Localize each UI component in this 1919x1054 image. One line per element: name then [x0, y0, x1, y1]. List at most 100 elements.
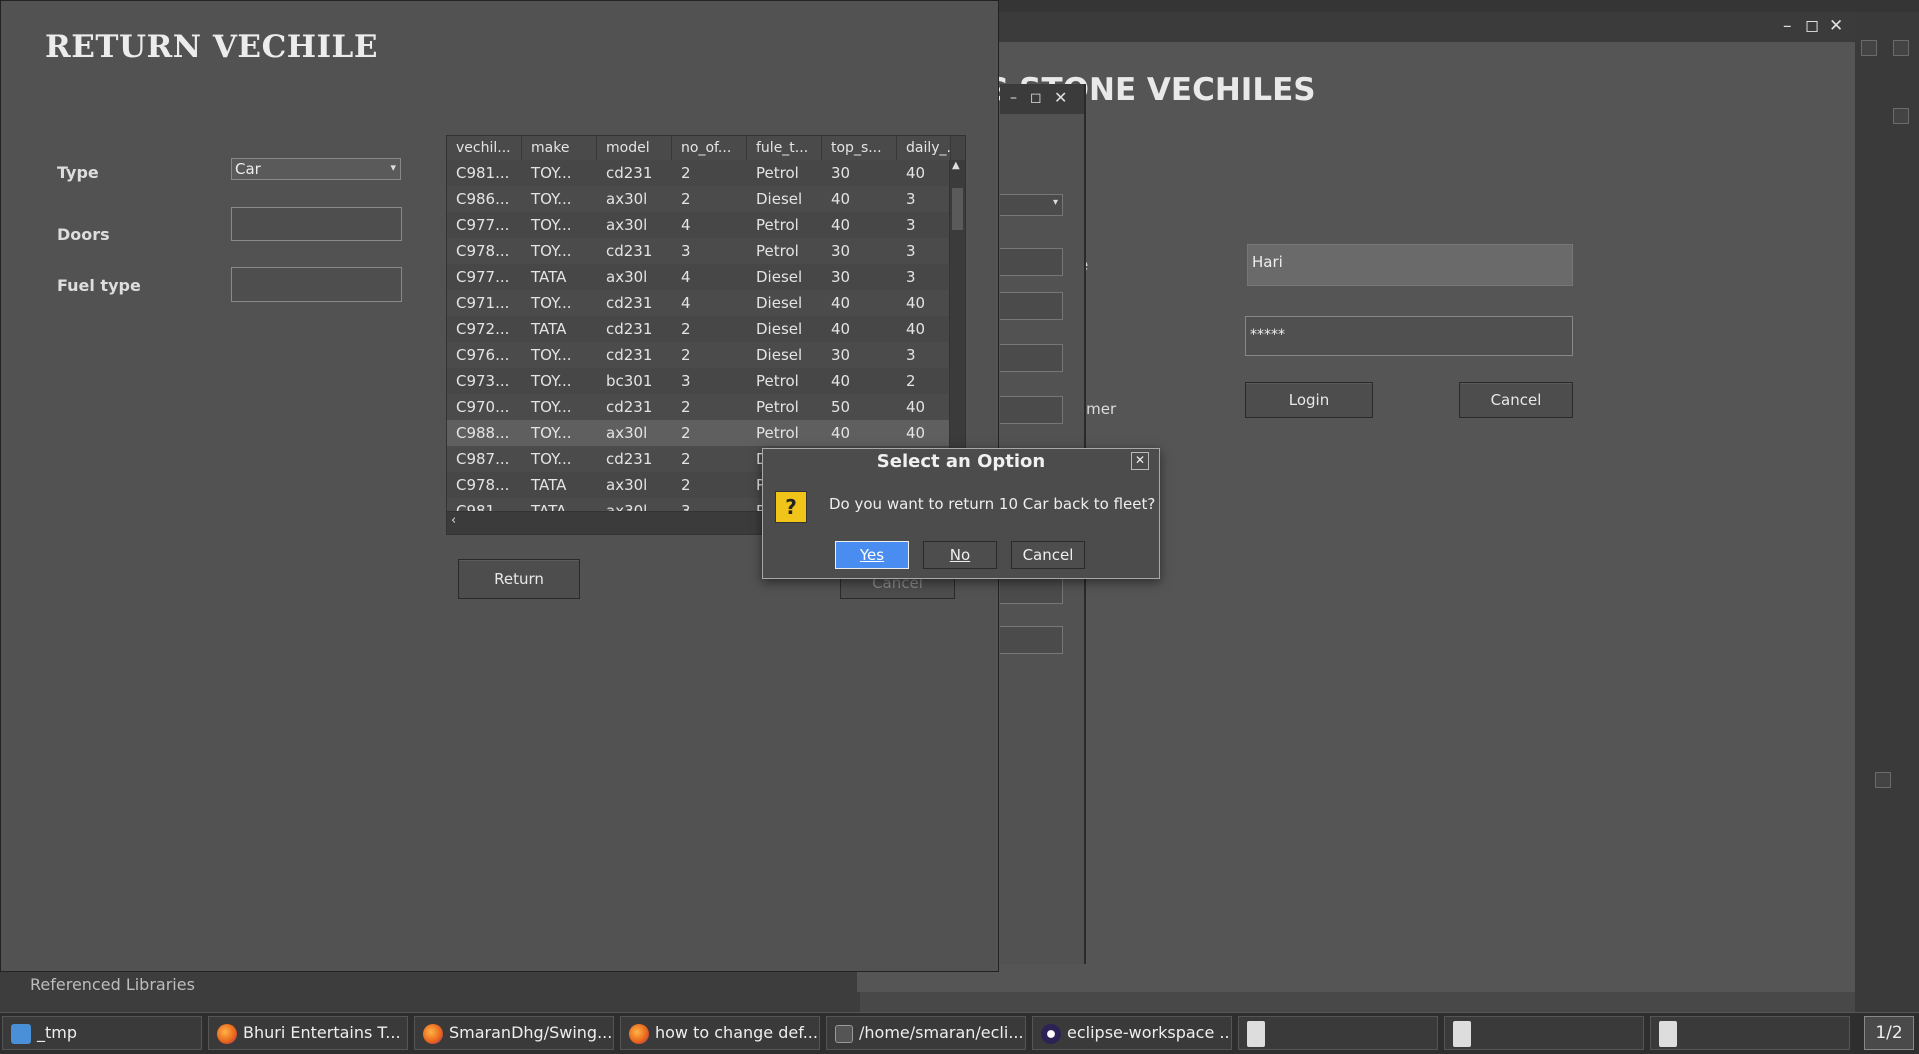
- type-label: Type: [57, 163, 99, 182]
- referenced-libraries-item[interactable]: Referenced Libraries: [30, 975, 195, 994]
- table-cell: Petrol: [756, 424, 799, 442]
- table-cell: 2: [681, 476, 691, 494]
- minimize-icon[interactable]: –: [1783, 16, 1792, 36]
- login-button[interactable]: Login: [1245, 382, 1373, 418]
- table-row[interactable]: C978... TOY... cd231 3 Petrol 30 3: [447, 238, 951, 265]
- dialog-title: Select an Option: [876, 451, 1046, 472]
- table-row[interactable]: C973... TOY... bc301 3 Petrol 40 2: [447, 368, 951, 395]
- table-cell: 3: [906, 216, 916, 234]
- eclipse-right-toolbar: [1855, 12, 1919, 1012]
- table-cell: TOY...: [531, 216, 572, 234]
- scroll-up-icon[interactable]: ▲: [952, 160, 960, 171]
- table-cell: 3: [906, 190, 916, 208]
- table-cell: 50: [831, 398, 851, 416]
- table-row[interactable]: C988... TOY... ax30l 2 Petrol 40 40: [447, 420, 951, 447]
- column-header[interactable]: make: [522, 136, 597, 160]
- table-row[interactable]: C981... TOY... cd231 2 Petrol 30 40: [447, 160, 951, 187]
- taskbar-item[interactable]: how to change def...: [620, 1016, 820, 1050]
- table-row[interactable]: C986... TOY... ax30l 2 Diesel 40 3: [447, 186, 951, 213]
- taskbar-item[interactable]: [1650, 1016, 1850, 1050]
- table-row[interactable]: C976... TOY... cd231 2 Diesel 30 3: [447, 342, 951, 369]
- table-cell: C987...: [456, 450, 510, 468]
- minimize-icon[interactable]: –: [1010, 90, 1017, 106]
- column-header[interactable]: no_of...: [672, 136, 747, 160]
- table-cell: C978...: [456, 242, 510, 260]
- doors-field[interactable]: [231, 207, 402, 241]
- taskbar-item[interactable]: [1238, 1016, 1438, 1050]
- username-field[interactable]: Hari: [1247, 244, 1573, 286]
- mid-text-field[interactable]: [1000, 576, 1063, 604]
- column-header[interactable]: model: [597, 136, 672, 160]
- eclipse-icon: [1041, 1023, 1061, 1044]
- eclipse-toolbar-icon[interactable]: [1875, 772, 1891, 788]
- taskbar-item[interactable]: [1444, 1016, 1644, 1050]
- no-button[interactable]: No: [923, 541, 997, 569]
- confirm-dialog: Select an Option ✕ ? Do you want to retu…: [762, 448, 1160, 579]
- close-icon[interactable]: ✕: [1829, 16, 1843, 36]
- table-header: vechil... make model no_of... fule_t... top_s…: [447, 136, 951, 161]
- table-cell: C977...: [456, 216, 510, 234]
- mid-text-field[interactable]: [1000, 344, 1063, 372]
- column-header[interactable]: vechil...: [447, 136, 522, 160]
- taskbar-item[interactable]: SmaranDhg/Swing...: [414, 1016, 614, 1050]
- taskbar-item[interactable]: Bhuri Entertains T...: [208, 1016, 408, 1050]
- table-row[interactable]: C977... TOY... ax30l 4 Petrol 40 3: [447, 212, 951, 239]
- table-row[interactable]: C970... TOY... cd231 2 Petrol 50 40: [447, 394, 951, 421]
- mid-text-field[interactable]: [1000, 396, 1063, 424]
- mid-select[interactable]: ▾: [1000, 194, 1063, 216]
- table-cell: C970...: [456, 398, 510, 416]
- firefox-icon: [629, 1023, 649, 1044]
- table-cell: ax30l: [606, 268, 648, 286]
- mid-text-field[interactable]: [1000, 292, 1063, 320]
- maximize-icon[interactable]: ◻: [1805, 16, 1819, 36]
- column-header[interactable]: fule_t...: [747, 136, 822, 160]
- table-row[interactable]: C972... TATA cd231 2 Diesel 40 40: [447, 316, 951, 343]
- table-cell: 40: [906, 424, 926, 442]
- fuel-type-field[interactable]: [231, 267, 402, 302]
- close-icon[interactable]: ✕: [1131, 452, 1149, 470]
- taskbar-item[interactable]: /home/smaran/ecli...: [826, 1016, 1026, 1050]
- table-cell: ax30l: [606, 216, 648, 234]
- scroll-left-icon[interactable]: ‹: [451, 513, 456, 528]
- taskbar: _tmp Bhuri Entertains T... SmaranDhg/Swing…: [0, 1012, 1919, 1054]
- table-cell: 40: [831, 294, 851, 312]
- return-button[interactable]: Return: [458, 559, 580, 599]
- dialog-cancel-button[interactable]: Cancel: [1011, 541, 1085, 569]
- column-header[interactable]: top_s...: [822, 136, 897, 160]
- taskbar-item[interactable]: eclipse-workspace ...: [1032, 1016, 1232, 1050]
- table-cell: C971...: [456, 294, 510, 312]
- column-header[interactable]: daily_...: [897, 136, 951, 160]
- table-row[interactable]: C977... TATA ax30l 4 Diesel 30 3: [447, 264, 951, 291]
- table-cell: TOY...: [531, 294, 572, 312]
- eclipse-toolbar-icon[interactable]: [1893, 40, 1909, 56]
- table-cell: Petrol: [756, 242, 799, 260]
- table-cell: 2: [906, 372, 916, 390]
- table-cell: TOY...: [531, 164, 572, 182]
- eclipse-toolbar-icon[interactable]: [1861, 40, 1877, 56]
- table-cell: cd231: [606, 398, 653, 416]
- mid-text-field[interactable]: [1000, 248, 1063, 276]
- table-cell: 3: [906, 242, 916, 260]
- close-icon[interactable]: ✕: [1054, 88, 1067, 107]
- scrollbar-thumb[interactable]: [952, 188, 963, 230]
- table-cell: 40: [906, 164, 926, 182]
- maximize-icon[interactable]: ◻: [1030, 90, 1042, 106]
- table-cell: TOY...: [531, 424, 572, 442]
- password-field[interactable]: *****: [1245, 316, 1573, 356]
- type-select[interactable]: Car ▾: [231, 158, 401, 180]
- taskbar-item[interactable]: _tmp: [2, 1016, 202, 1050]
- firefox-icon: [217, 1023, 237, 1044]
- table-cell: TATA: [531, 268, 567, 286]
- table-row[interactable]: C971... TOY... cd231 4 Diesel 40 40: [447, 290, 951, 317]
- fuel-type-label: Fuel type: [57, 276, 141, 295]
- yes-button[interactable]: Yes: [835, 541, 909, 569]
- table-cell: 40: [831, 216, 851, 234]
- table-cell: 2: [681, 190, 691, 208]
- workspace-indicator[interactable]: 1/2: [1864, 1016, 1914, 1050]
- mid-text-field[interactable]: [1000, 626, 1063, 654]
- table-cell: 3: [906, 268, 916, 286]
- eclipse-toolbar-icon[interactable]: [1893, 108, 1909, 124]
- login-cancel-button[interactable]: Cancel: [1459, 382, 1573, 418]
- add-vehicle-titlebar: – ◻ ✕: [1000, 84, 1084, 114]
- table-cell: 30: [831, 242, 851, 260]
